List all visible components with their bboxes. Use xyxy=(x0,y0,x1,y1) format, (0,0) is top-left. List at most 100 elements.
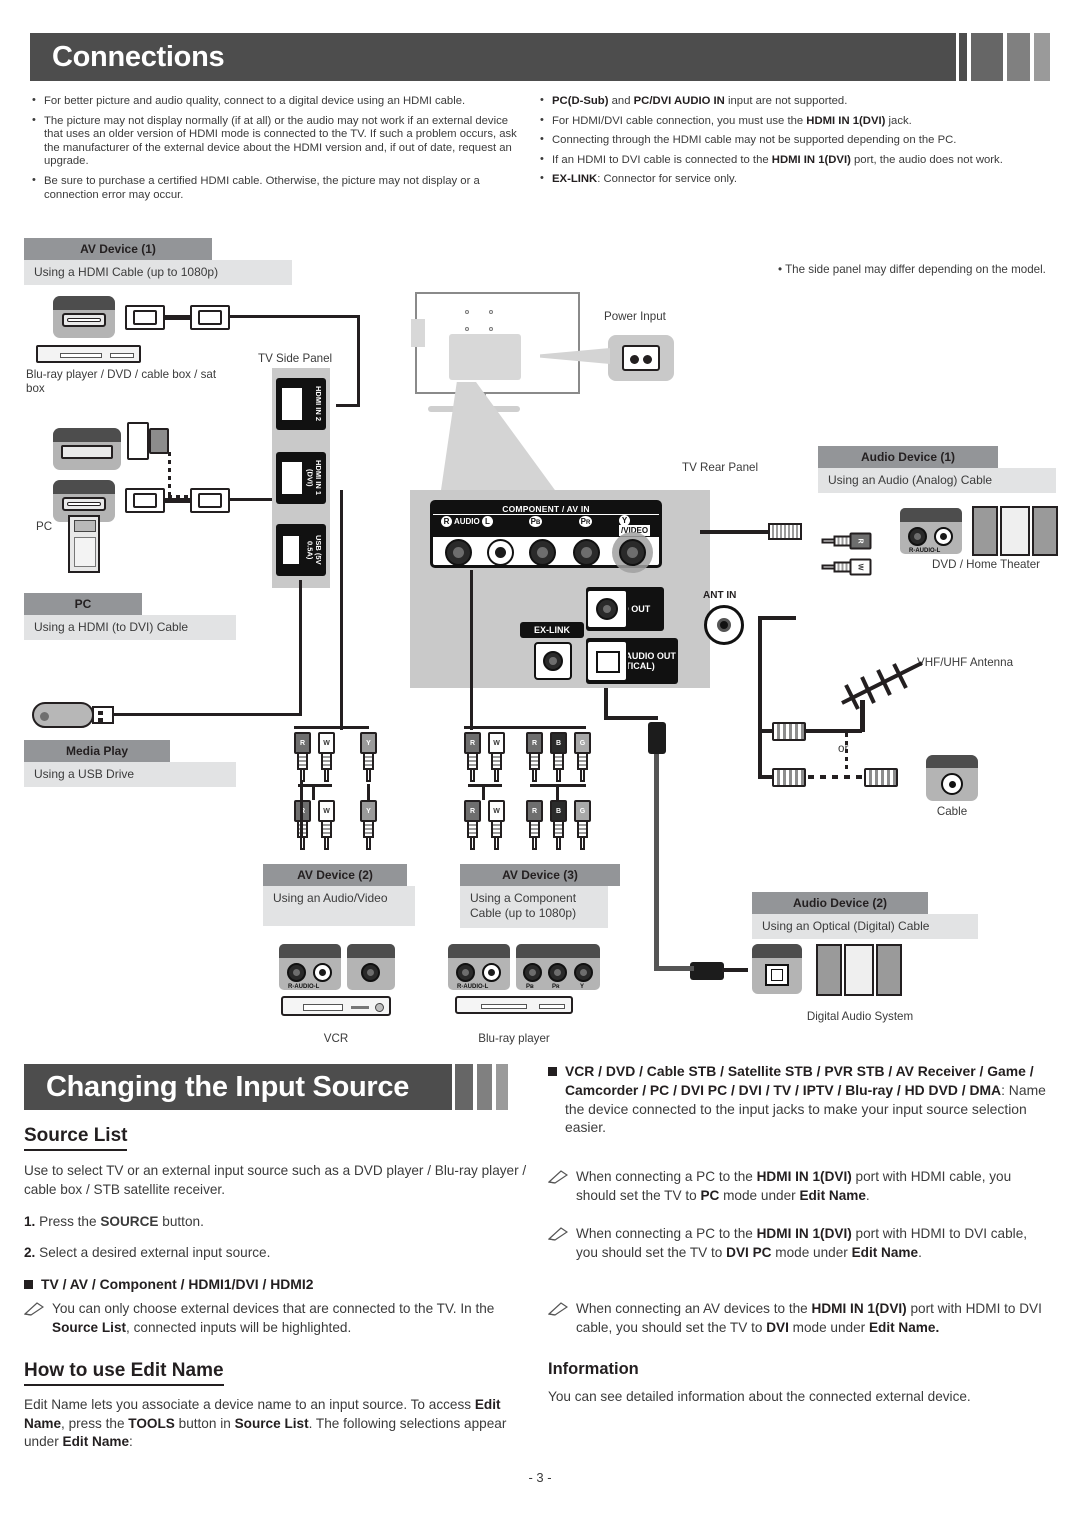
device-name-list: VCR / DVD / Cable STB / Satellite STB / … xyxy=(548,1062,1052,1137)
chip-av-device-3-title: AV Device (3) xyxy=(460,864,620,886)
jack-label-y: Y xyxy=(580,984,585,990)
rca-jack-pb xyxy=(529,539,556,566)
input-source-banner: Changing the Input Source xyxy=(24,1064,534,1110)
rca-plug-y: G xyxy=(574,732,591,782)
optical-plug-top xyxy=(648,722,666,754)
caption-vcr: VCR xyxy=(323,1032,349,1045)
side-port-hdmi-1: HDMI IN 1 (DVI) xyxy=(276,452,326,504)
information-heading: Information xyxy=(548,1360,639,1378)
step-2: 2. Select a desired external input sourc… xyxy=(24,1244,534,1263)
or-divider-dotted xyxy=(845,733,848,771)
chip-pc-sub: Using a HDMI (to DVI) Cable xyxy=(24,615,236,640)
hdmi-cable-a-enter xyxy=(336,404,360,407)
pc-hdmi-wire xyxy=(165,498,190,503)
pc-dvi-faceplate xyxy=(53,428,121,470)
ant-in-jack xyxy=(704,605,744,645)
bundle-wire-drop-a xyxy=(482,784,485,800)
caption-dvd-home-theater: DVD / Home Theater xyxy=(932,558,1041,571)
deco-block-2 xyxy=(971,33,1003,81)
page-title: Connections xyxy=(52,40,225,73)
rca-plug-white: W xyxy=(318,732,335,782)
side-port-usb: USB (5V 0.5A) xyxy=(276,524,326,576)
bundle-wire-top xyxy=(294,726,369,729)
optical-cable-run xyxy=(604,688,608,718)
caption-bluray-player: Blu-ray player xyxy=(478,1032,550,1045)
step-1-number: 1. xyxy=(24,1214,36,1229)
jack-label-pr: Pʀ xyxy=(552,984,560,990)
rca-plug-letter: B xyxy=(550,732,567,754)
note-av-dvi: When connecting an AV devices to the HDM… xyxy=(548,1300,1052,1338)
hdmi-cable-plug-b-inner xyxy=(198,310,222,325)
optical-out-jack xyxy=(586,640,628,682)
rca-plug-letter: R xyxy=(526,732,543,754)
connections-banner-bar: Connections xyxy=(30,33,956,81)
speaker-right xyxy=(876,944,902,996)
step-2-text: Select a desired external input source. xyxy=(39,1245,271,1260)
jack-label-y-video: Y/VIDEO xyxy=(619,515,651,536)
rca-plug-letter: R xyxy=(526,800,543,822)
rca-jack-audio-l xyxy=(313,963,332,982)
tv-illustration xyxy=(411,292,580,394)
caption-pc: PC xyxy=(36,520,53,533)
rca-plug-white-b: W xyxy=(318,800,335,850)
caption-power-input: Power Input xyxy=(604,310,666,323)
deco-block-1 xyxy=(959,33,967,81)
bundle-wire-drop-b xyxy=(556,784,559,800)
hdmi-port-icon xyxy=(62,497,106,511)
rca-jack-video xyxy=(361,963,380,982)
rca-plug-red: R xyxy=(464,732,481,782)
jack-label-pb: Pʙ xyxy=(526,984,534,990)
rca-jack-audio-r xyxy=(445,539,472,566)
rear-panel-leader xyxy=(440,382,560,497)
optical-cable-long xyxy=(654,754,659,970)
component-av-in-header: COMPONENT / AV IN xyxy=(433,503,659,514)
note-pc-hdmi: When connecting a PC to the HDMI IN 1(DV… xyxy=(548,1168,1052,1206)
banner-decoration xyxy=(959,33,1050,81)
rca-plug-letter: W xyxy=(488,800,505,822)
optical-cable-to-device xyxy=(722,968,748,972)
caption-tv-rear-panel: TV Rear Panel xyxy=(682,461,759,474)
speaker-right xyxy=(1032,506,1058,556)
note-item: Be sure to purchase a certified HDMI cab… xyxy=(30,174,520,202)
rca-plug-letter: W xyxy=(849,558,872,576)
antenna-icon xyxy=(841,661,923,710)
rca-jack-audio-out xyxy=(596,598,618,620)
caption-digital-audio-system: Digital Audio System xyxy=(806,1010,914,1023)
rca-jack-audio-l xyxy=(487,539,514,566)
connections-banner: Connections xyxy=(30,33,1050,81)
ex-link-jack xyxy=(534,642,572,680)
deco-block-1 xyxy=(455,1064,473,1110)
edit-name-heading: How to use Edit Name xyxy=(24,1360,224,1386)
hdmi-cable-a-run xyxy=(230,315,360,318)
speaker-left xyxy=(816,944,842,996)
rca-plug-letter: R xyxy=(849,532,872,550)
dvi-dotted-branch xyxy=(168,452,171,498)
pc-tower-illustration xyxy=(68,515,100,573)
note-item: EX-LINK: Connector for service only. xyxy=(538,172,1050,187)
chip-media-play-title: Media Play xyxy=(24,740,170,762)
source-list-heading: Source List xyxy=(24,1125,128,1151)
rca-plug-yellow: Y xyxy=(360,732,377,782)
coax-dotted-link xyxy=(808,775,862,779)
jack-label-r-audio-l: R-AUDIO-L xyxy=(288,984,320,990)
cable-bundle-component: R W R B G R W R B G xyxy=(458,722,593,850)
rca-jack-pr xyxy=(573,539,600,566)
usb-drive-illustration xyxy=(32,702,94,728)
vcr-jackplate-video xyxy=(347,944,395,990)
hdmi-port-icon xyxy=(62,313,106,327)
note-item: If an HDMI to DVI cable is connected to … xyxy=(538,153,1050,168)
caption-tv-side-panel: TV Side Panel xyxy=(258,352,333,365)
deco-block-2 xyxy=(477,1064,492,1110)
rca-plug-pb: B xyxy=(550,732,567,782)
usb-cable-run xyxy=(114,713,302,716)
speaker-center xyxy=(1000,506,1030,556)
note-item: The picture may not display normally (if… xyxy=(30,114,520,169)
rca-jack-audio-r xyxy=(456,963,475,982)
rca-jack-audio-l xyxy=(482,963,501,982)
note-item: For better picture and audio quality, co… xyxy=(30,94,520,109)
chip-media-play-sub: Using a USB Drive xyxy=(24,762,236,787)
rca-plug-letter: W xyxy=(318,732,335,754)
ex-link-label: EX-LINK xyxy=(520,622,584,638)
deco-block-3 xyxy=(1007,33,1030,81)
audio-out-cable xyxy=(700,530,770,534)
